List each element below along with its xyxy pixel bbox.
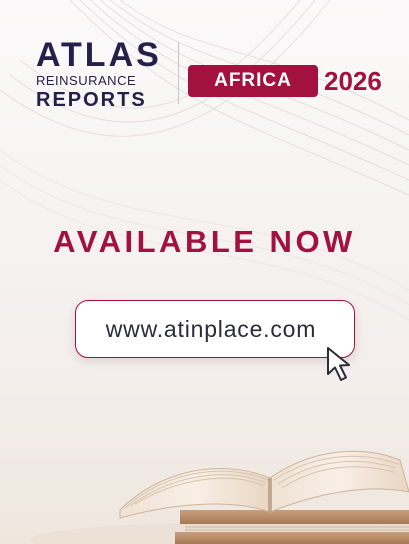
availability-headline: AVAILABLE NOW bbox=[53, 224, 356, 259]
ad-banner[interactable]: ATLAS REINSURANCE REPORTS AFRICA 2026 AV… bbox=[0, 0, 409, 544]
logo-reports: REPORTS bbox=[36, 89, 147, 111]
atlas-logo: ATLAS REINSURANCE REPORTS bbox=[36, 38, 186, 111]
website-link-button[interactable]: www.atinplace.com bbox=[75, 300, 355, 358]
website-url[interactable]: www.atinplace.com bbox=[76, 301, 346, 357]
logo-title: ATLAS bbox=[36, 36, 162, 74]
open-book-illustration bbox=[30, 450, 409, 544]
header-divider bbox=[178, 42, 179, 104]
arrow-cursor-icon bbox=[327, 347, 350, 381]
region-badge: AFRICA bbox=[188, 65, 318, 97]
logo-subtitle: REINSURANCE bbox=[36, 73, 137, 88]
edition-year: 2026 bbox=[324, 66, 382, 96]
